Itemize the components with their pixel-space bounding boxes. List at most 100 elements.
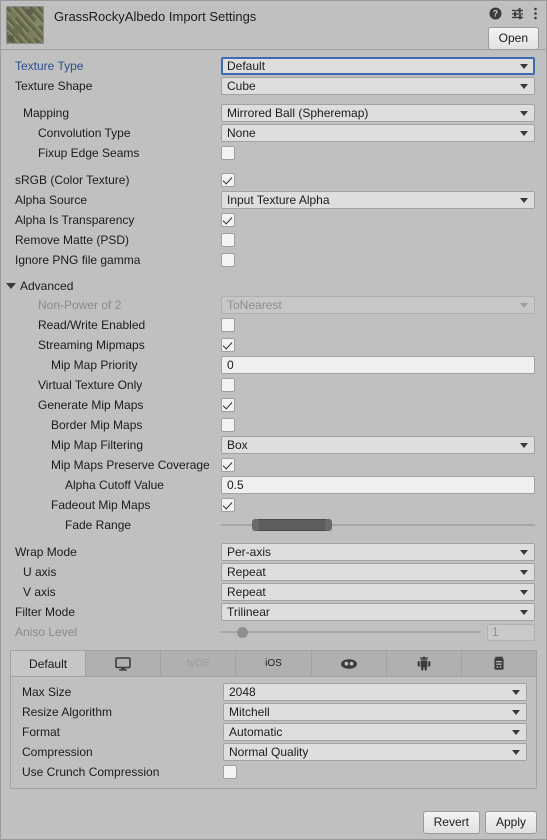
chevron-down-icon (520, 549, 528, 555)
checkbox-use-crunch-compression[interactable] (223, 765, 237, 779)
chevron-down-icon (512, 689, 520, 695)
setting-label-compression: Compression (22, 745, 93, 759)
checkbox-remove-matte-psd[interactable] (221, 233, 235, 247)
setting-label-virtual-texture-only: Virtual Texture Only (38, 378, 143, 392)
platform-tab-visionos[interactable] (311, 651, 387, 676)
checkbox-virtual-texture-only[interactable] (221, 378, 235, 392)
apply-button[interactable]: Apply (484, 810, 537, 834)
setting-label-aniso-level: Aniso Level (15, 625, 78, 639)
chevron-down-icon (520, 569, 528, 575)
slider-max-handle[interactable] (324, 519, 332, 531)
checkbox-read-write-enabled[interactable] (221, 318, 235, 332)
checkbox-ignore-png-file-gamma[interactable] (221, 253, 235, 267)
setting-label-fixup-edge-seams: Fixup Edge Seams (38, 146, 140, 160)
header-icon-group: ? (489, 7, 538, 20)
checkbox-border-mip-maps[interactable] (221, 418, 235, 432)
input-alpha-cutoff-value[interactable]: 0.5 (221, 476, 535, 494)
setting-control-wrap: Automatic (223, 723, 527, 741)
chevron-down-icon (512, 749, 520, 755)
dropdown-texture-type[interactable]: Default (221, 57, 535, 75)
platform-tab-monitor[interactable] (86, 651, 162, 676)
input-mip-map-priority[interactable]: 0 (221, 356, 535, 374)
setting-row-alpha-cutoff-value: Alpha Cutoff Value 0.5 (1, 475, 546, 495)
dropdown-mip-map-filtering[interactable]: Box (221, 436, 535, 454)
texture-thumbnail[interactable] (6, 6, 44, 44)
setting-row-convolution-type: Convolution Type None (1, 123, 546, 143)
dropdown-v-axis[interactable]: Repeat (221, 583, 535, 601)
checkbox-fadeout-mip-maps[interactable] (221, 498, 235, 512)
setting-control-wrap: 0 (221, 356, 535, 374)
dropdown-value: Normal Quality (229, 745, 309, 759)
dropdown-format[interactable]: Automatic (223, 723, 527, 741)
setting-row-max-size: Max Size 2048 (11, 682, 536, 702)
settings-body: Texture Type Default Texture Shape Cube Mapp… (1, 50, 546, 809)
slider-min-handle[interactable] (251, 519, 259, 531)
setting-row-mip-map-priority: Mip Map Priority 0 (1, 355, 546, 375)
dropdown-alpha-source[interactable]: Input Texture Alpha (221, 191, 535, 209)
setting-row-streaming-mipmaps: Streaming Mipmaps (1, 335, 546, 355)
platform-tab-webgl[interactable] (461, 651, 536, 676)
checkbox-fixup-edge-seams[interactable] (221, 146, 235, 160)
setting-label-fadeout-mip-maps: Fadeout Mip Maps (51, 498, 151, 512)
dropdown-convolution-type[interactable]: None (221, 124, 535, 142)
dropdown-texture-shape[interactable]: Cube (221, 77, 535, 95)
chevron-down-icon (512, 709, 520, 715)
platform-settings-list: Max Size 2048 Resize Algorithm Mitchell Form… (11, 677, 536, 788)
chevron-down-icon (520, 83, 528, 89)
setting-control-wrap: Trilinear (221, 603, 535, 621)
texture-import-settings-inspector: GrassRockyAlbedo Import Settings ? Open … (0, 0, 547, 840)
setting-label-border-mip-maps: Border Mip Maps (51, 418, 143, 432)
slider-handle[interactable] (236, 627, 248, 638)
setting-row-srgb-color-texture: sRGB (Color Texture) (1, 170, 546, 190)
setting-row-alpha-source: Alpha Source Input Texture Alpha (1, 190, 546, 210)
dropdown-max-size[interactable]: 2048 (223, 683, 527, 701)
advanced-foldout[interactable]: Advanced (1, 276, 546, 295)
setting-row-ignore-png-file-gamma: Ignore PNG file gamma (1, 250, 546, 270)
setting-control-wrap: None (221, 124, 535, 142)
preset-icon[interactable] (511, 7, 524, 20)
dropdown-value: 2048 (229, 685, 256, 699)
dropdown-resize-algorithm[interactable]: Mitchell (223, 703, 527, 721)
platform-tab-tvos[interactable]: tvOS (161, 651, 237, 676)
android-icon (417, 656, 431, 671)
revert-button[interactable]: Revert (422, 810, 480, 834)
dropdown-mapping[interactable]: Mirrored Ball (Spheremap) (221, 104, 535, 122)
dropdown-value: Per-axis (227, 545, 272, 559)
webgl-icon (493, 656, 505, 671)
checkbox-alpha-is-transparency[interactable] (221, 213, 235, 227)
setting-control-wrap (223, 765, 527, 779)
dropdown-wrap-mode[interactable]: Per-axis (221, 543, 535, 561)
more-menu-icon[interactable] (533, 7, 538, 20)
checkbox-generate-mip-maps[interactable] (221, 398, 235, 412)
checkbox-mip-maps-preserve-coverage[interactable] (221, 458, 235, 472)
footer-actions: Revert Apply (1, 809, 546, 839)
minmax-slider-fade-range[interactable] (221, 516, 535, 534)
help-icon[interactable]: ? (489, 7, 502, 20)
setting-control-wrap: 2048 (223, 683, 527, 701)
open-button[interactable]: Open (487, 27, 539, 50)
setting-label-mip-map-filtering: Mip Map Filtering (51, 438, 144, 452)
checkbox-srgb-color-texture[interactable] (221, 173, 235, 187)
inspector-header: GrassRockyAlbedo Import Settings ? Open (1, 1, 546, 50)
platform-tab-android[interactable] (386, 651, 462, 676)
setting-label-max-size: Max Size (22, 685, 72, 699)
setting-row-fixup-edge-seams: Fixup Edge Seams (1, 143, 546, 163)
setting-label-mapping: Mapping (23, 106, 70, 120)
slider-range-bar[interactable] (255, 519, 328, 531)
setting-label-filter-mode: Filter Mode (15, 605, 76, 619)
dropdown-filter-mode[interactable]: Trilinear (221, 603, 535, 621)
setting-control-wrap (221, 173, 535, 187)
setting-control-wrap (221, 338, 535, 352)
setting-label-read-write-enabled: Read/Write Enabled (38, 318, 146, 332)
setting-label-generate-mip-maps: Generate Mip Maps (38, 398, 144, 412)
svg-text:?: ? (493, 9, 499, 19)
checkbox-streaming-mipmaps[interactable] (221, 338, 235, 352)
dropdown-compression[interactable]: Normal Quality (223, 743, 527, 761)
platform-settings-box: Default tvOS iOS Max Size 2048 Resize Algori… (10, 650, 537, 789)
dropdown-value: Mirrored Ball (Spheremap) (227, 106, 369, 120)
platform-tab-default[interactable]: Default (11, 651, 87, 676)
dropdown-u-axis[interactable]: Repeat (221, 563, 535, 581)
platform-tab-ios[interactable]: iOS (236, 651, 312, 676)
setting-row-aniso-level: Aniso Level 1 (1, 622, 546, 642)
setting-row-virtual-texture-only: Virtual Texture Only (1, 375, 546, 395)
